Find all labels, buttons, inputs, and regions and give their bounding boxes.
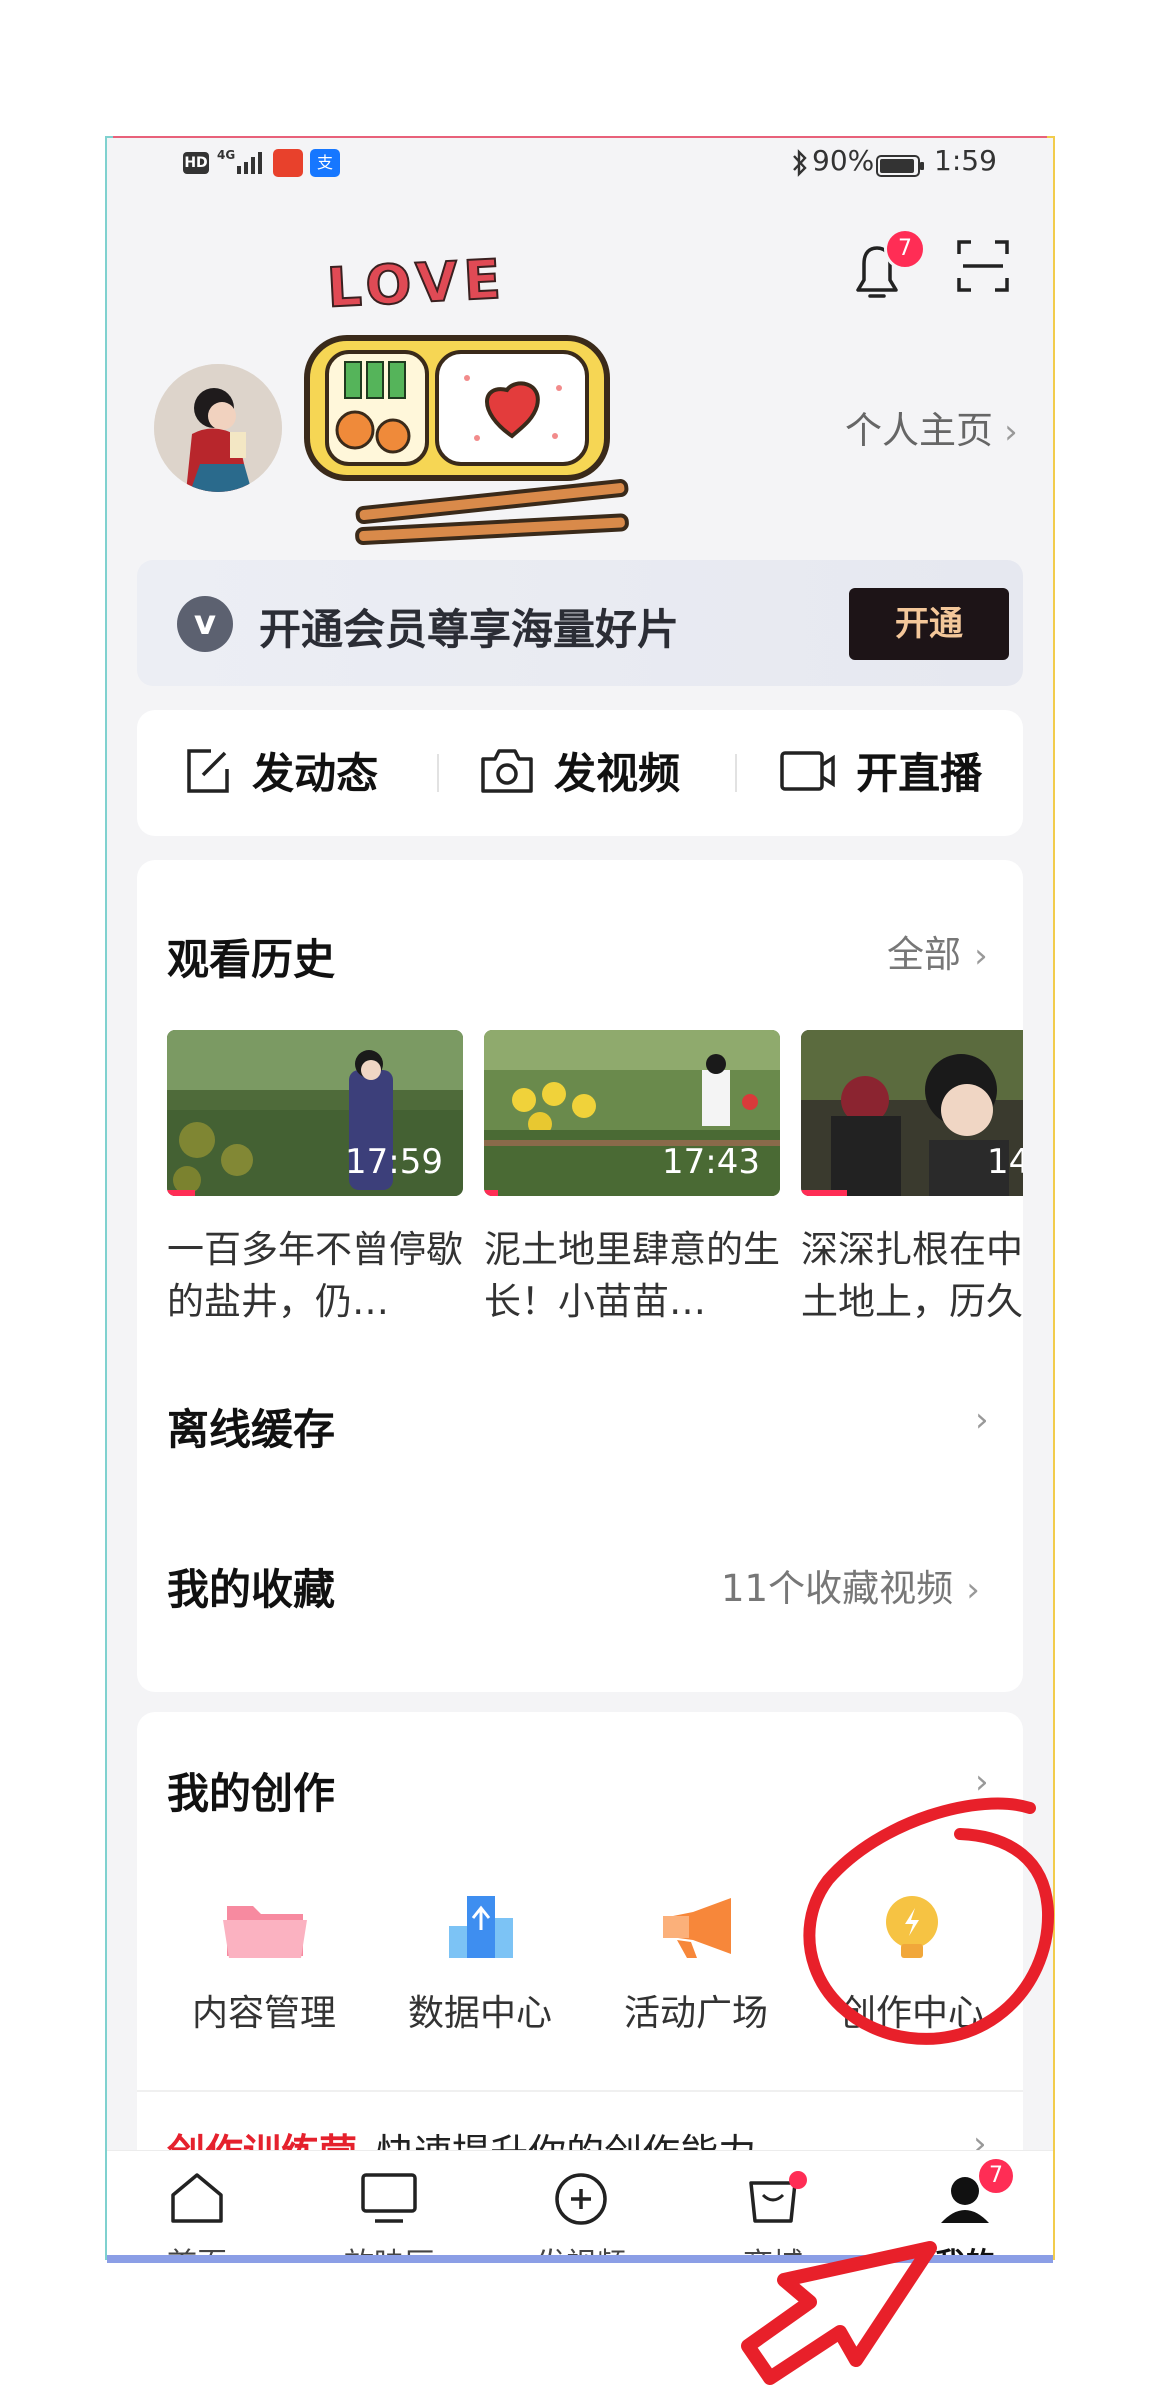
annotation-circle (803, 1797, 1055, 2045)
annotation-overlay (741, 1797, 1055, 2385)
annotation-arrow (741, 2241, 937, 2385)
